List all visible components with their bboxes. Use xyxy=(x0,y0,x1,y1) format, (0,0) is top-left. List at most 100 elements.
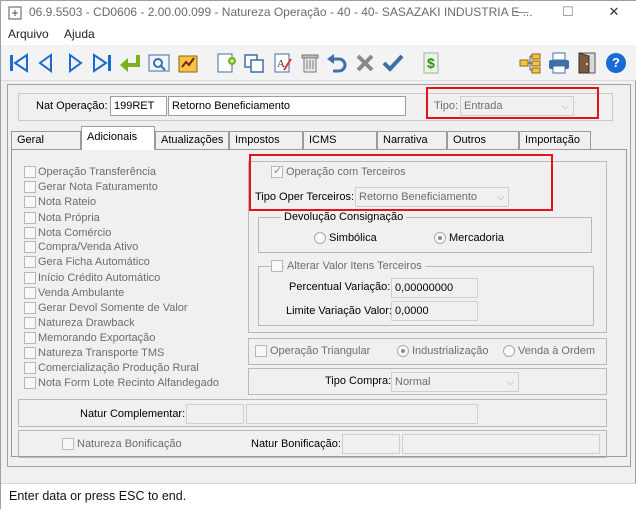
status-text: Enter data or press ESC to end. xyxy=(9,489,187,503)
venda-ordem-radio[interactable] xyxy=(503,345,515,357)
natureza-bonificacao-label: Natureza Bonificação xyxy=(77,438,182,450)
checkbox[interactable] xyxy=(24,181,36,193)
copy-icon[interactable] xyxy=(242,51,266,75)
natur-bonificacao-desc-input[interactable] xyxy=(402,434,600,454)
limite-variacao-label: Limite Variação Valor: xyxy=(286,305,392,317)
checkbox[interactable] xyxy=(24,287,36,299)
checkbox[interactable] xyxy=(24,317,36,329)
triangular-label: Operação Triangular xyxy=(270,345,371,357)
first-record-icon[interactable] xyxy=(7,51,31,75)
checkbox-label: Memorando Exportação xyxy=(38,332,156,344)
last-record-icon[interactable] xyxy=(90,51,114,75)
exit-door-icon[interactable] xyxy=(575,51,599,75)
mercadoria-label: Mercadoria xyxy=(449,232,505,244)
svg-text:A: A xyxy=(277,58,285,70)
preview-icon[interactable] xyxy=(147,51,171,75)
checkbox-label: Gerar Nota Faturamento xyxy=(38,181,158,193)
new-document-icon[interactable] xyxy=(214,51,238,75)
next-record-icon[interactable] xyxy=(63,51,87,75)
nat-op-desc-input[interactable]: Retorno Beneficiamento xyxy=(168,96,406,116)
natur-complementar-desc-input[interactable] xyxy=(246,404,478,424)
checkbox-label: Início Crédito Automático xyxy=(38,272,161,284)
highlight-box-tipo xyxy=(426,87,599,119)
triangular-checkbox[interactable] xyxy=(255,345,267,357)
natureza-bonificacao-checkbox[interactable] xyxy=(62,438,74,450)
checkbox-label: Nota Form Lote Recinto Alfandegado xyxy=(38,377,220,389)
checkbox[interactable] xyxy=(24,377,36,389)
nat-op-label: Nat Operação: xyxy=(36,100,108,112)
toolbar: A $ ? xyxy=(1,45,636,81)
delete-icon[interactable] xyxy=(298,51,322,75)
alterar-checkbox[interactable] xyxy=(271,260,283,272)
checkbox-label: Gera Ficha Automático xyxy=(38,256,150,268)
chevron-down-icon: ⌵ xyxy=(507,377,514,387)
checkbox[interactable] xyxy=(24,212,36,224)
checkbox-label: Natureza Drawback xyxy=(38,317,135,329)
natur-complementar-code-input[interactable] xyxy=(186,404,244,424)
checkbox-label: Comercialização Produção Rural xyxy=(38,362,199,374)
menu-bar: Arquivo Ajuda xyxy=(1,25,636,45)
undo-icon[interactable] xyxy=(325,51,349,75)
tab-atualizacoes[interactable]: Atualizações xyxy=(155,131,229,149)
perc-variacao-label: Percentual Variação: xyxy=(289,281,391,293)
report-icon[interactable] xyxy=(176,51,200,75)
simbolica-radio[interactable] xyxy=(314,232,326,244)
edit-text-icon[interactable]: A xyxy=(270,51,294,75)
checkbox-label: Compra/Venda Ativo xyxy=(38,241,139,253)
checkbox-label: Nota Comércio xyxy=(38,227,112,239)
perc-variacao-input[interactable]: 0,00000000 xyxy=(391,278,478,298)
checkbox[interactable] xyxy=(24,196,36,208)
checkbox-label: Gerar Devol Somente de Valor xyxy=(38,302,188,314)
minimize-button[interactable]: — xyxy=(499,1,545,25)
money-icon[interactable]: $ xyxy=(419,51,443,75)
industrializacao-label: Industrialização xyxy=(412,345,489,357)
cancel-icon[interactable] xyxy=(353,51,377,75)
tab-icms[interactable]: ICMS xyxy=(303,131,377,149)
checkbox[interactable] xyxy=(24,166,36,178)
checkbox[interactable] xyxy=(24,302,36,314)
checkbox[interactable] xyxy=(24,362,36,374)
natur-bonificacao-code-input[interactable] xyxy=(342,434,400,454)
menu-arquivo[interactable]: Arquivo xyxy=(8,27,49,41)
confirm-icon[interactable] xyxy=(381,51,405,75)
checkbox-label: Nota Própria xyxy=(38,212,100,224)
app-icon xyxy=(8,6,22,20)
title-bar: 06.9.5503 - CD0606 - 2.00.00.099 - Natur… xyxy=(1,1,636,25)
tab-narrativa[interactable]: Narrativa xyxy=(377,131,447,149)
checkbox-label: Natureza Transporte TMS xyxy=(38,347,165,359)
nat-op-code-input[interactable]: 199RET xyxy=(110,96,167,116)
tab-adicionais[interactable]: Adicionais xyxy=(81,126,155,150)
tipo-compra-value: Normal xyxy=(395,376,431,388)
tree-structure-icon[interactable] xyxy=(518,51,542,75)
tab-impostos[interactable]: Impostos xyxy=(229,131,303,149)
checkbox[interactable] xyxy=(24,347,36,359)
limite-variacao-input[interactable]: 0,0000 xyxy=(391,301,478,321)
application-window: 06.9.5503 - CD0606 - 2.00.00.099 - Natur… xyxy=(0,0,636,510)
mercadoria-radio[interactable] xyxy=(434,232,446,244)
tipo-compra-label: Tipo Compra: xyxy=(325,375,392,387)
natur-bonificacao-label: Natur Bonificação: xyxy=(251,438,341,450)
menu-ajuda[interactable]: Ajuda xyxy=(64,27,95,41)
print-icon[interactable] xyxy=(547,51,571,75)
maximize-button[interactable]: ☐ xyxy=(545,1,591,25)
help-icon[interactable]: ? xyxy=(604,51,628,75)
tab-geral[interactable]: Geral xyxy=(11,131,81,149)
checkbox[interactable] xyxy=(24,227,36,239)
previous-record-icon[interactable] xyxy=(34,51,58,75)
tab-outros[interactable]: Outros xyxy=(447,131,519,149)
checkbox[interactable] xyxy=(24,332,36,344)
close-button[interactable]: ✕ xyxy=(591,1,636,25)
return-icon[interactable] xyxy=(118,51,142,75)
devolucao-title: Devolução Consignação xyxy=(281,211,407,223)
checkbox[interactable] xyxy=(24,272,36,284)
checkbox[interactable] xyxy=(24,256,36,268)
window-title: 06.9.5503 - CD0606 - 2.00.00.099 - Natur… xyxy=(29,5,533,19)
checkbox[interactable] xyxy=(24,241,36,253)
industrializacao-radio[interactable] xyxy=(397,345,409,357)
highlight-box-terceiros xyxy=(249,154,553,211)
status-bar: Enter data or press ESC to end. xyxy=(1,483,636,510)
tab-importacao[interactable]: Importação xyxy=(519,131,591,149)
checkbox-label: Nota Rateio xyxy=(38,196,97,208)
tipo-compra-select[interactable]: Normal ⌵ xyxy=(391,372,519,392)
help-label: ? xyxy=(612,55,620,70)
